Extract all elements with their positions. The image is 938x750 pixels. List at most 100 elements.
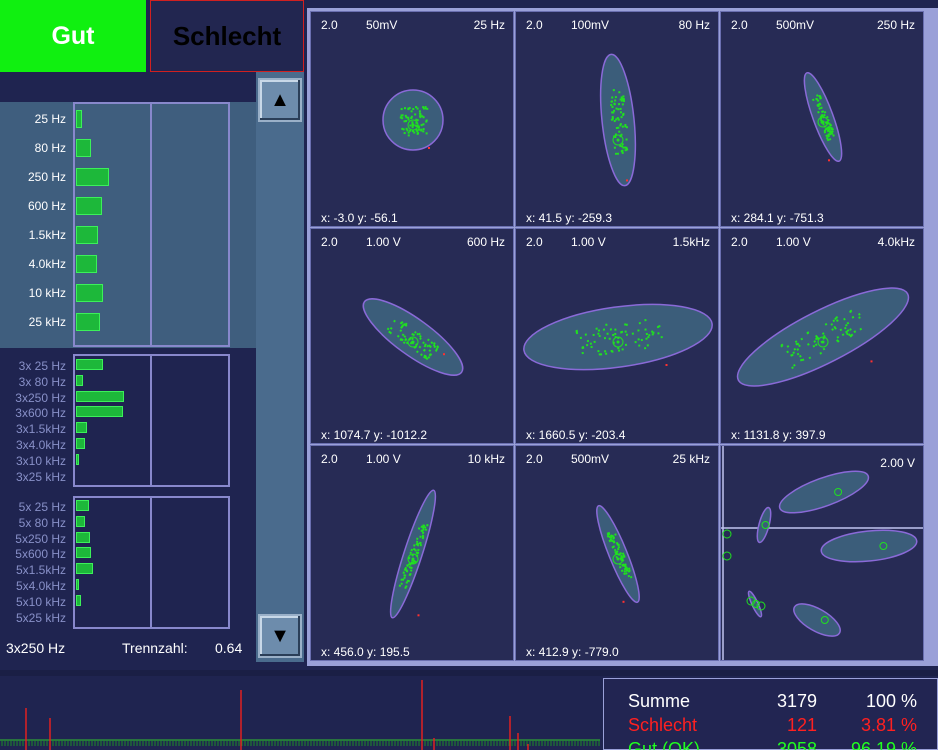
data-point: [407, 118, 410, 121]
freq-group-1-list: 25 Hz 80 Hz 250 Hz 600 Hz 1.5kHz 4.0kHz 10 kHz…: [0, 110, 240, 342]
freq-row-bar[interactable]: [76, 422, 88, 434]
level-bar: [76, 453, 79, 465]
data-point: [610, 103, 613, 107]
outlier-point: [626, 179, 628, 182]
freq-row-bar[interactable]: [76, 374, 83, 386]
data-point: [625, 323, 628, 326]
freq-row-bar[interactable]: [76, 284, 104, 302]
level-bar: [76, 563, 94, 575]
data-point: [414, 113, 417, 116]
data-point: [614, 96, 617, 99]
level-bar: [76, 139, 91, 157]
freq-row-bar[interactable]: [76, 515, 85, 527]
data-point: [422, 116, 425, 119]
data-point: [656, 325, 660, 329]
scatter-plot[interactable]: 2.0 1.00 V 1.5kHz x: 1660.5 y: -203.4: [515, 228, 719, 444]
center-dot: [411, 123, 415, 127]
freq-row-bar[interactable]: [76, 255, 97, 273]
level-bar: [76, 579, 79, 590]
data-point: [422, 123, 425, 126]
data-point: [597, 329, 601, 332]
scroll-up-button[interactable]: ▲: [258, 78, 302, 122]
scatter-plot[interactable]: 2.0 500mV 250 Hz x: 284.1 y: -751.3: [720, 11, 924, 227]
center-dot: [411, 340, 415, 344]
data-point: [631, 332, 634, 335]
freq-row-bar[interactable]: [76, 168, 110, 186]
data-point: [621, 348, 624, 351]
level-bar: [76, 313, 101, 331]
scatter-canvas: [389, 489, 437, 619]
scrollbar-track[interactable]: [256, 72, 304, 662]
freq-row-label: 3x4.0kHz: [15, 438, 66, 452]
data-point: [403, 107, 406, 110]
overview-marker: [722, 529, 732, 539]
freq-row-label: 5x600 Hz: [15, 547, 66, 562]
data-point: [624, 123, 627, 127]
data-point: [617, 349, 621, 352]
data-point: [598, 334, 601, 338]
freq-row-bar[interactable]: [76, 470, 77, 481]
scatter-plot[interactable]: 2.0 100mV 80 Hz x: 41.5 y: -259.3: [515, 11, 719, 227]
data-point: [590, 345, 593, 349]
stats-percent: 3.81 %: [860, 715, 917, 735]
level-bar: [76, 168, 110, 186]
freq-row-bar[interactable]: [76, 531, 91, 543]
good-button[interactable]: Gut: [0, 0, 146, 72]
data-point: [619, 111, 623, 114]
freq-row-bar[interactable]: [76, 547, 91, 559]
scroll-down-button[interactable]: ▼: [258, 614, 302, 658]
scatter-canvas: [736, 287, 910, 387]
scatter-plot[interactable]: 2.0 500mV 25 kHz x: 412.9 y: -779.0: [515, 445, 719, 661]
freq-row-bar[interactable]: [76, 563, 94, 575]
scatter-canvas: [382, 89, 444, 151]
level-bar: [76, 284, 104, 302]
section-divider: [0, 670, 938, 676]
freq-group-5x-list: 5x 25 Hz 5x 80 Hz 5x250 Hz 5x600 Hz 5x1.5kHz…: [0, 500, 240, 625]
scatter-plot[interactable]: 2.0 50mV 25 Hz x: -3.0 y: -56.1: [310, 11, 514, 227]
outlier-point: [417, 614, 420, 617]
data-point: [625, 126, 628, 129]
freq-row-bar[interactable]: [76, 406, 123, 418]
freq-row-bar[interactable]: [76, 579, 79, 590]
freq-row-bar[interactable]: [76, 359, 104, 370]
freq-row-bar[interactable]: [76, 226, 99, 244]
level-bar: [76, 531, 91, 543]
data-point: [617, 126, 620, 129]
level-bar: [76, 500, 90, 511]
freq-row-bar[interactable]: [76, 110, 82, 128]
data-point: [618, 130, 621, 133]
data-point: [613, 146, 616, 149]
freq-row-label: 600 Hz: [27, 199, 66, 213]
data-point: [615, 118, 618, 121]
plot-grid: 2.0 50mV 25 Hz x: -3.0 y: -56.1 2.0 100mV 80 H…: [307, 8, 938, 666]
data-point: [614, 99, 617, 102]
freq-row-bar[interactable]: [76, 139, 91, 157]
data-point: [620, 116, 623, 119]
stats-label: Gut (OK): [628, 739, 701, 750]
freq-row-bar[interactable]: [76, 438, 85, 449]
freq-row-bar[interactable]: [76, 390, 125, 402]
data-point: [575, 329, 578, 333]
data-point: [617, 103, 621, 106]
scatter-canvas: [803, 71, 843, 163]
freq-row-label: 4.0kHz: [28, 257, 66, 271]
data-point: [644, 328, 647, 331]
data-point: [589, 342, 593, 345]
scatter-plot[interactable]: 2.0 1.00 V 600 Hz x: 1074.7 y: -1012.2: [310, 228, 514, 444]
data-point: [605, 323, 608, 326]
outlier-point: [870, 360, 873, 363]
freq-row-bar[interactable]: [76, 500, 90, 511]
freq-row-bar[interactable]: [76, 313, 101, 331]
freq-row-bar[interactable]: [76, 453, 79, 465]
bad-button[interactable]: Schlecht: [150, 0, 304, 72]
scatter-plot[interactable]: 2.0 1.00 V 10 kHz x: 456.0 y: 195.5: [310, 445, 514, 661]
scatter-plot[interactable]: 2.0 1.00 V 4.0kHz x: 1131.8 y: 397.9: [720, 228, 924, 444]
data-point: [597, 349, 600, 353]
freq-row-bar[interactable]: [76, 594, 82, 606]
freq-row-label: 10 kHz: [28, 286, 66, 300]
freq-row-bar[interactable]: [76, 611, 77, 622]
freq-row-bar[interactable]: [76, 197, 102, 215]
trennzahl-label: Trennzahl:: [122, 640, 188, 656]
overview-plot[interactable]: 2.00 V: [720, 445, 924, 661]
data-point: [611, 96, 614, 99]
